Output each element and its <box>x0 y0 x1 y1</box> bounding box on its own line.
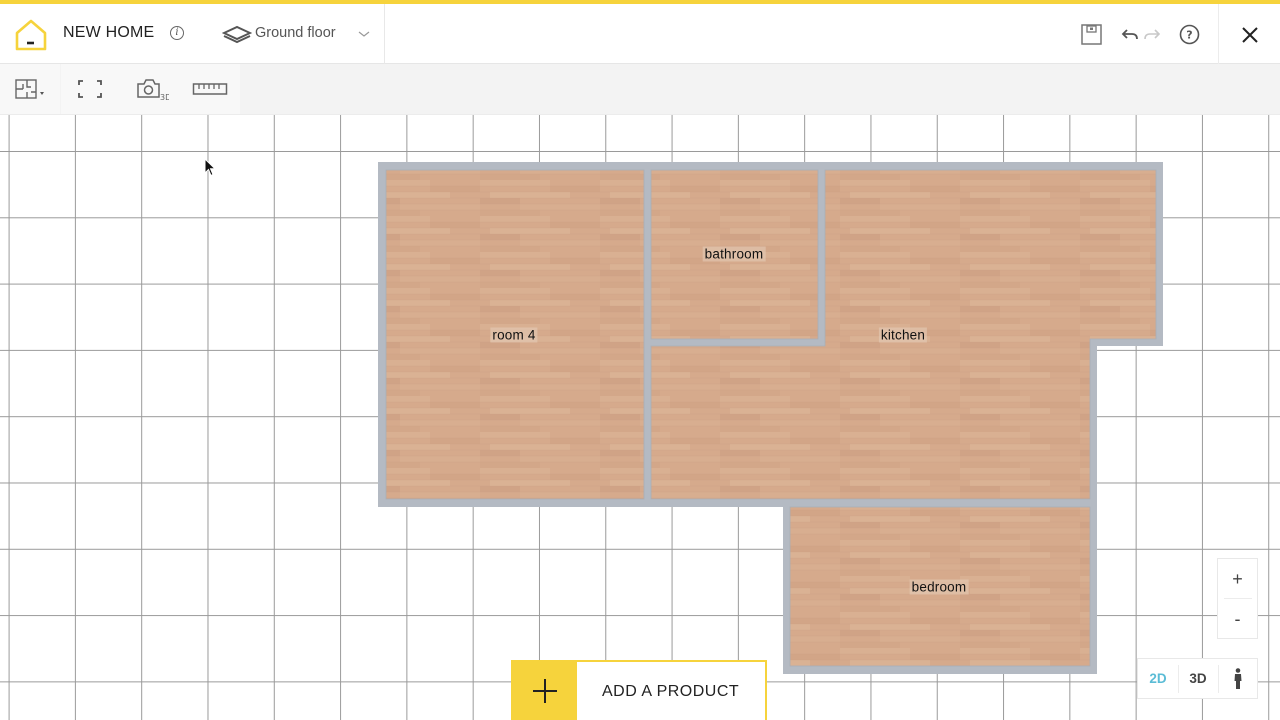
room-label-room-4[interactable]: room 4 <box>490 327 538 343</box>
3d-badge: 3D <box>160 93 169 101</box>
add-product-button[interactable]: ADD A PRODUCT <box>511 660 767 720</box>
person-icon <box>1234 668 1242 689</box>
camera-3d-icon: 3D <box>137 79 169 101</box>
layers-icon <box>222 25 252 44</box>
room-label-bedroom[interactable]: bedroom <box>909 579 969 595</box>
room-label-bathroom[interactable]: bathroom <box>702 246 766 262</box>
help-circle-icon[interactable]: ? <box>1179 24 1200 45</box>
view-3d-button[interactable]: 3D <box>1178 659 1218 698</box>
info-icon[interactable]: i <box>170 26 184 40</box>
zoom-out-button[interactable]: - <box>1218 599 1257 639</box>
floor-plan <box>378 162 1163 674</box>
floppy-disk-icon[interactable] <box>1081 24 1102 45</box>
3d-snapshot-button[interactable]: 3D <box>124 64 180 114</box>
chevron-down-icon <box>358 31 370 37</box>
toolbar: 3D <box>0 64 1280 115</box>
floor-plan-icon <box>15 79 44 99</box>
svg-text:?: ? <box>1186 29 1192 42</box>
plus-icon-box <box>513 662 577 720</box>
floor-plan-menu-button[interactable] <box>0 64 60 114</box>
add-product-label: ADD A PRODUCT <box>602 683 740 700</box>
room-label-kitchen[interactable]: kitchen <box>878 327 928 343</box>
view-mode-switch: 2D 3D <box>1137 658 1258 699</box>
measure-button[interactable] <box>186 64 234 114</box>
zoom-in-button[interactable]: + <box>1218 559 1257 599</box>
floor-plan-canvas[interactable] <box>0 115 1280 720</box>
plus-icon <box>533 679 557 703</box>
house-logo-icon[interactable] <box>14 18 48 52</box>
fullscreen-button[interactable] <box>64 64 116 114</box>
redo-arrow-icon[interactable] <box>1143 28 1161 42</box>
view-2d-button[interactable]: 2D <box>1138 659 1178 698</box>
ruler-icon <box>192 83 228 95</box>
zoom-controls: + - <box>1217 558 1258 639</box>
floor-selector[interactable]: Ground floor <box>220 4 385 64</box>
close-icon[interactable] <box>1241 26 1259 44</box>
app-header: NEW HOME i Ground floor ? <box>0 4 1280 64</box>
undo-arrow-icon[interactable] <box>1121 28 1139 42</box>
fullscreen-icon <box>78 80 102 98</box>
header-divider <box>1218 4 1219 64</box>
floor-selector-value: Ground floor <box>255 25 336 41</box>
project-title[interactable]: NEW HOME <box>63 24 154 42</box>
walkthrough-button[interactable] <box>1218 659 1258 698</box>
